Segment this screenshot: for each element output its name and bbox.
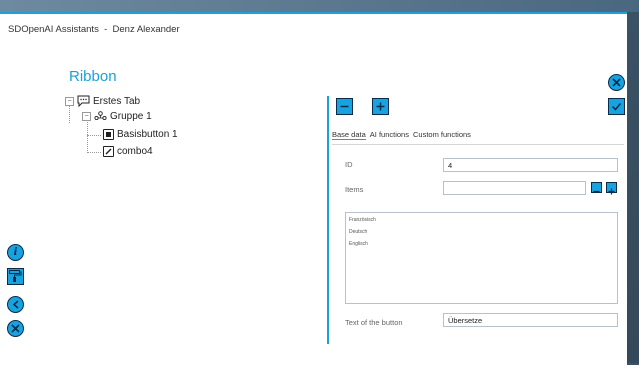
- add-item-button[interactable]: [372, 98, 389, 115]
- id-label: ID: [345, 160, 353, 169]
- id-field[interactable]: 4: [443, 158, 618, 172]
- confirm-button[interactable]: [608, 98, 625, 115]
- tree-item-basisbutton[interactable]: Basisbutton 1: [103, 129, 178, 140]
- tab-divider: [332, 144, 624, 145]
- collapse-icon[interactable]: −: [82, 112, 91, 121]
- list-item[interactable]: Englisch: [349, 241, 368, 247]
- collapse-icon[interactable]: −: [65, 96, 74, 106]
- plus-icon: [608, 188, 615, 195]
- tree-item-label: Gruppe 1: [110, 111, 152, 122]
- tab-base-data[interactable]: Base data: [332, 130, 366, 140]
- tree-item-label: Basisbutton 1: [117, 129, 178, 140]
- window-title: SDOpenAI Assistants - Denz Alexander: [8, 24, 180, 35]
- page-title: Ribbon: [69, 68, 117, 85]
- tab-custom-functions[interactable]: Custom functions: [413, 130, 471, 140]
- main-window: SDOpenAI Assistants - Denz Alexander Rib…: [0, 12, 627, 365]
- list-item[interactable]: Französisch: [349, 217, 376, 223]
- tab-ai-functions[interactable]: AI functions: [370, 130, 409, 140]
- remove-list-item-button[interactable]: [591, 182, 602, 193]
- back-button[interactable]: [7, 296, 24, 313]
- tree-item-label: combo4: [117, 146, 153, 157]
- minus-icon: [593, 190, 600, 193]
- speech-bubble-icon: [77, 95, 90, 107]
- desktop-top-band: [0, 0, 639, 12]
- add-list-item-button[interactable]: [606, 182, 617, 195]
- items-listbox[interactable]: Französisch Deutsch Englisch: [345, 212, 618, 304]
- close-button[interactable]: [608, 74, 625, 91]
- tree-item-label: Erstes Tab: [93, 95, 141, 107]
- button-icon: [103, 129, 114, 140]
- tree-item-group[interactable]: − Gruppe 1: [82, 111, 152, 122]
- pane-divider: [327, 96, 329, 344]
- items-label: Items: [345, 185, 364, 194]
- close-icon: [11, 324, 20, 333]
- checkmark-icon: [611, 103, 622, 111]
- tab-bar: Base data AI functions Custom functions: [332, 130, 475, 140]
- button-text-field[interactable]: Übersetze: [443, 313, 618, 327]
- chevron-left-icon: [12, 300, 19, 309]
- edit-icon: [103, 146, 114, 157]
- plus-icon: [376, 102, 385, 111]
- exit-button[interactable]: [7, 320, 24, 337]
- minus-icon: [340, 105, 349, 108]
- tree-item-tab[interactable]: − Erstes Tab: [65, 95, 140, 107]
- info-icon: i: [13, 247, 18, 258]
- list-item[interactable]: Deutsch: [349, 229, 367, 235]
- items-input[interactable]: [443, 181, 586, 195]
- group-icon: [94, 111, 107, 121]
- info-button[interactable]: i: [7, 244, 24, 261]
- close-icon: [612, 78, 621, 87]
- tree-item-combo[interactable]: combo4: [103, 146, 153, 157]
- remove-item-button[interactable]: [336, 98, 353, 115]
- paint-roller-button[interactable]: [7, 268, 24, 285]
- paint-roller-icon: [9, 270, 22, 282]
- button-text-label: Text of the button: [345, 318, 403, 327]
